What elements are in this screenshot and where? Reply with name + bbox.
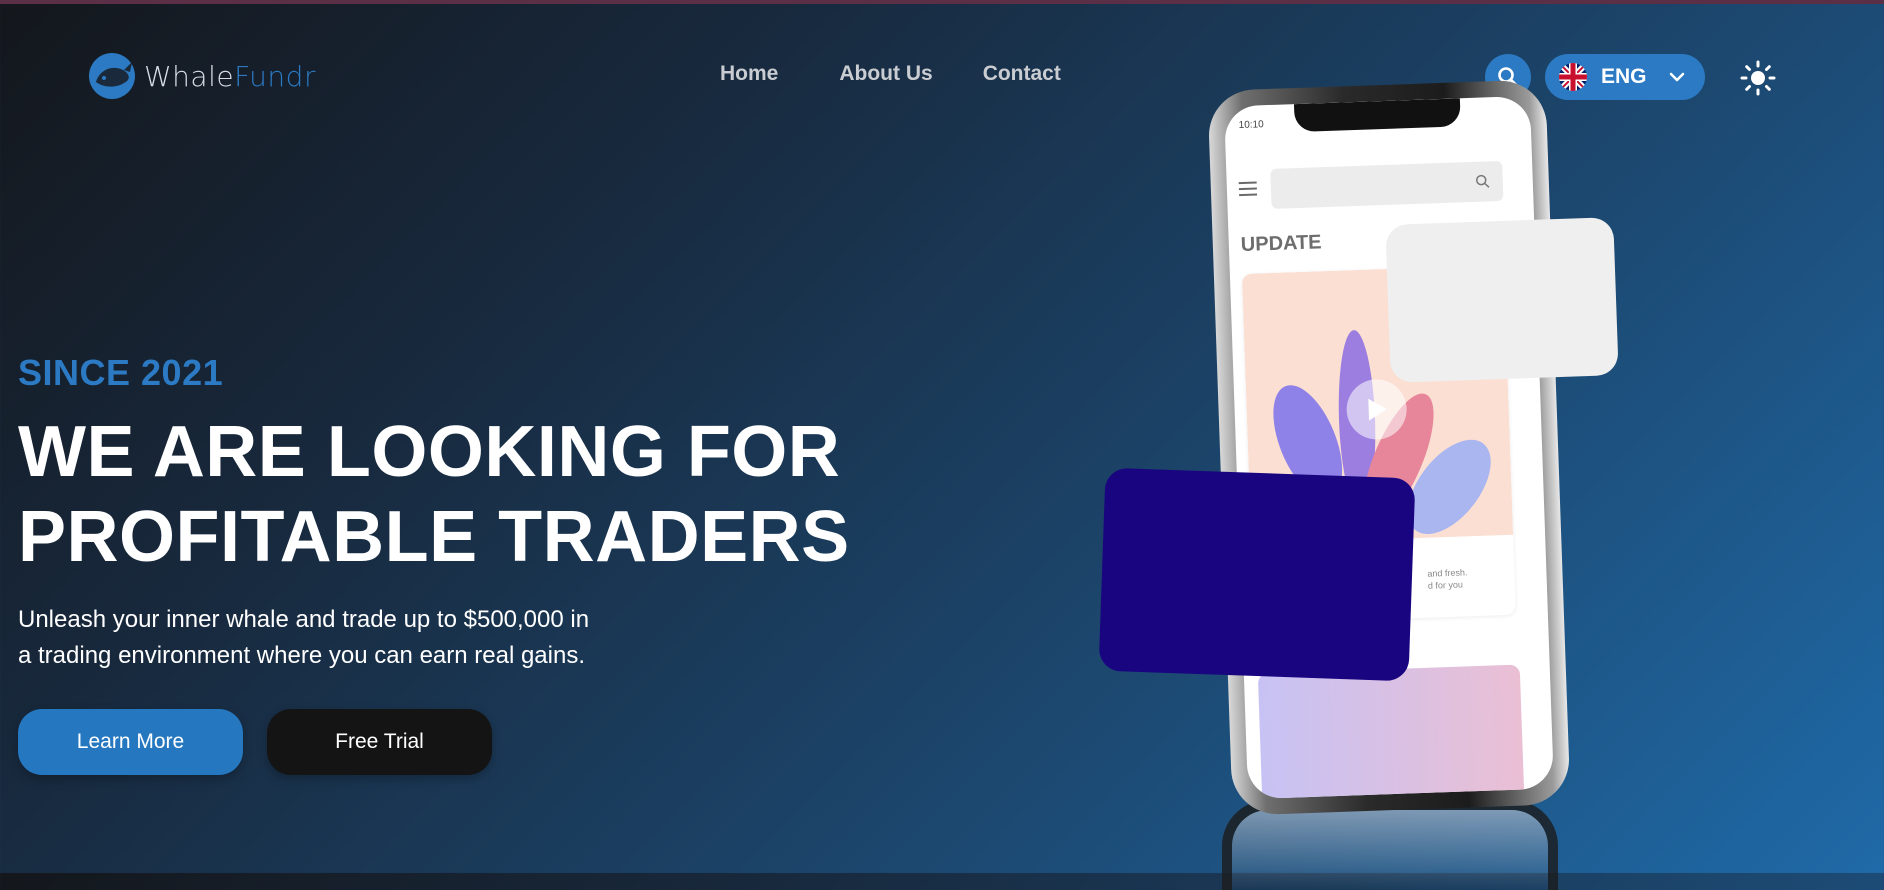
headline-line1: WE ARE LOOKING FOR	[18, 412, 841, 492]
subtext-line2: a trading environment where you can earn…	[18, 642, 585, 669]
language-code: ENG	[1601, 65, 1647, 88]
floating-light-card	[1385, 217, 1619, 383]
status-time: 10:10	[1238, 119, 1264, 132]
free-trial-button[interactable]: Free Trial	[267, 709, 492, 775]
phone-mockup: 10:10 UPDATE and fresh. d for you	[1207, 79, 1571, 816]
uk-flag-icon	[1559, 63, 1587, 91]
update-title: UPDATE	[1240, 231, 1322, 257]
learn-more-button[interactable]: Learn More	[18, 709, 243, 775]
app-search-bar	[1270, 160, 1504, 209]
card-caption-line1: and fresh.	[1427, 567, 1468, 579]
gradient-card	[1257, 664, 1525, 800]
whale-logo-icon	[89, 53, 135, 99]
brand-name-part1: Whale	[144, 59, 235, 93]
since-label: SINCE 2021	[18, 352, 224, 393]
subtext-line1: Unleash your inner whale and trade up to…	[18, 606, 590, 633]
search-icon	[1475, 174, 1490, 188]
phone-notch	[1293, 98, 1461, 133]
nav-home[interactable]: Home	[720, 62, 778, 86]
headline-line2: PROFITABLE TRADERS	[18, 497, 850, 577]
chevron-down-icon	[1669, 71, 1685, 83]
nav-about-us[interactable]: About Us	[839, 62, 932, 86]
brand-logo[interactable]: WhaleFundr	[86, 50, 316, 102]
hamburger-menu-icon	[1238, 181, 1258, 200]
nav-contact[interactable]: Contact	[983, 62, 1061, 86]
sun-icon[interactable]	[1740, 60, 1776, 96]
floating-dark-card	[1098, 467, 1416, 682]
card-caption-line2: d for you	[1427, 579, 1464, 591]
top-accent-line	[0, 0, 1884, 4]
hero-headline: WE ARE LOOKING FOR PROFITABLE TRADERS	[18, 410, 850, 580]
language-selector[interactable]: ENG	[1545, 54, 1705, 100]
hero-subtext: Unleash your inner whale and trade up to…	[18, 602, 638, 674]
main-nav: Home About Us Contact	[720, 62, 1061, 86]
brand-name-part2: Fundr	[234, 59, 316, 93]
brand-name: WhaleFundr	[144, 60, 316, 93]
phone-screen: 10:10 UPDATE and fresh. d for you	[1224, 95, 1554, 800]
card-caption: and fresh. d for you	[1427, 566, 1468, 591]
